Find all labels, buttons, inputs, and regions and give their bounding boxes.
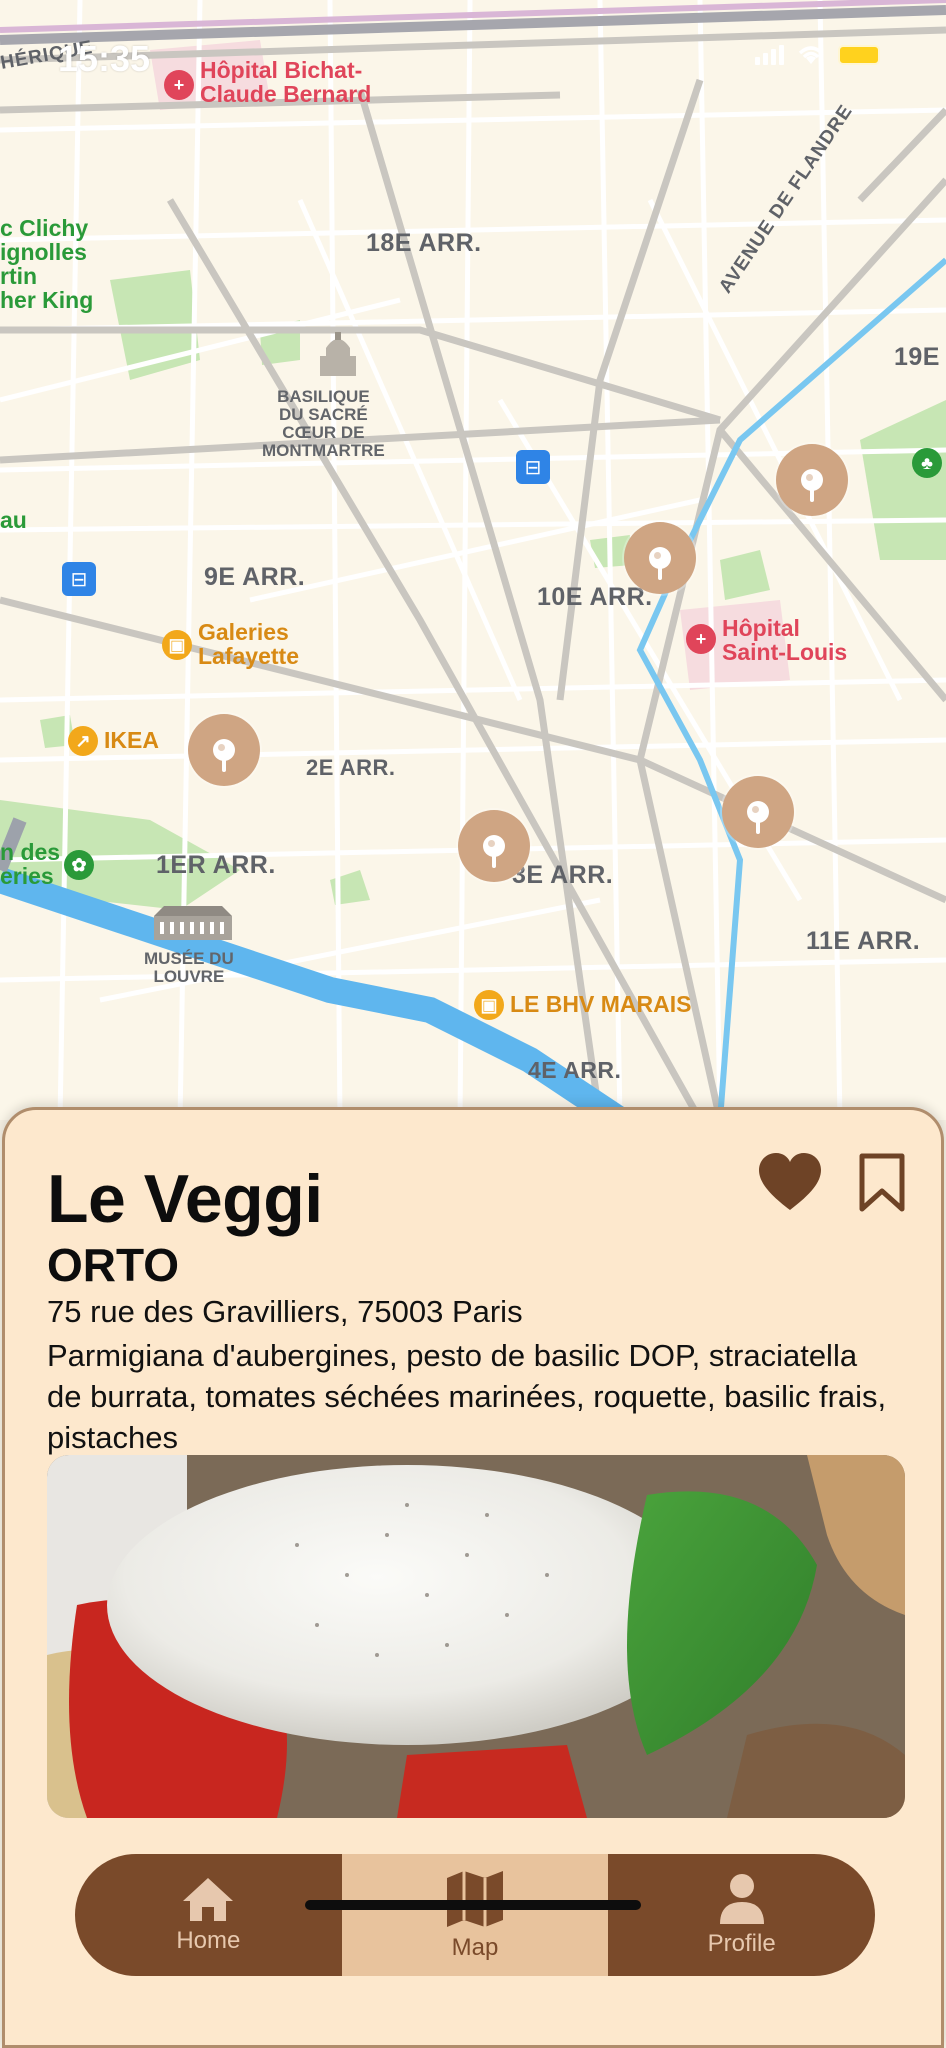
person-icon xyxy=(719,1874,764,1924)
church-landmark-icon xyxy=(316,330,360,376)
restaurant-pin[interactable] xyxy=(776,444,848,516)
home-indicator xyxy=(305,1900,641,1910)
park-icon: ♣ xyxy=(912,448,942,478)
poi-label-clichy: c Clichy ignolles rtin her King xyxy=(0,215,94,314)
bookmark-icon xyxy=(859,1153,905,1212)
poi-label-hopital-saint-louis[interactable]: Hôpital Saint-Louis xyxy=(722,616,847,664)
landmark-label-sacre-coeur[interactable]: BASILIQUE DU SACRÉ CŒUR DE MONTMARTRE xyxy=(262,388,385,459)
restaurant-pin[interactable] xyxy=(188,714,260,786)
district-label: 1ER ARR. xyxy=(156,851,276,879)
poi-label-bau: au xyxy=(0,507,27,533)
district-label: 10E ARR. xyxy=(537,583,653,611)
tab-label: Home xyxy=(176,1927,241,1954)
district-label: 3E ARR. xyxy=(512,861,614,889)
dish-category-title: Le Veggi xyxy=(47,1161,323,1237)
status-icons xyxy=(755,44,880,66)
restaurant-pin[interactable] xyxy=(458,810,530,882)
restaurant-name: ORTO xyxy=(47,1239,180,1291)
district-label: 19E xyxy=(894,343,940,371)
favorite-button[interactable] xyxy=(757,1152,823,1212)
district-label: 11E ARR. xyxy=(806,927,921,955)
metro-station-icon[interactable]: ⊟ xyxy=(62,562,96,596)
map-icon xyxy=(447,1871,503,1927)
shopping-bag-icon: ▣ xyxy=(162,630,192,660)
district-label: 9E ARR. xyxy=(204,563,306,591)
museum-landmark-icon xyxy=(154,904,232,940)
hospital-icon: + xyxy=(686,624,716,654)
tab-profile[interactable]: Profile xyxy=(608,1854,875,1976)
shopping-icon: ↗ xyxy=(68,726,98,756)
battery-icon xyxy=(838,45,880,65)
dish-description: Parmigiana d'aubergines, pesto de basili… xyxy=(47,1338,887,1455)
poi-label-jardin: n des eries xyxy=(0,839,61,890)
house-icon xyxy=(183,1878,234,1921)
status-bar: 15:35 xyxy=(0,0,946,110)
district-label: 4E ARR. xyxy=(528,1057,622,1083)
tab-label: Profile xyxy=(707,1930,776,1957)
tab-map[interactable]: Map xyxy=(341,1854,609,1976)
cellular-signal-icon xyxy=(755,45,784,65)
status-time: 15:35 xyxy=(58,38,151,79)
shopping-bag-icon: ▣ xyxy=(474,990,504,1020)
tab-home[interactable]: Home xyxy=(75,1854,342,1976)
metro-station-icon[interactable]: ⊟ xyxy=(516,450,550,484)
poi-label-bhv[interactable]: LE BHV MARAIS xyxy=(510,992,691,1016)
bookmark-button[interactable] xyxy=(857,1152,907,1214)
park-icon: ✿ xyxy=(64,850,94,880)
map-view[interactable]: 18E ARR. 9E ARR. 10E ARR. 19E 2E ARR. 1E… xyxy=(0,0,946,1120)
heart-icon xyxy=(759,1153,821,1210)
district-label: 2E ARR. xyxy=(306,755,396,780)
restaurant-address: 75 rue des Gravilliers, 75003 Paris xyxy=(47,1294,523,1329)
district-label: 18E ARR. xyxy=(366,229,482,257)
poi-label-ikea[interactable]: IKEA xyxy=(104,728,159,752)
dish-photo xyxy=(47,1455,905,1818)
poi-label-galeries[interactable]: Galeries Lafayette xyxy=(198,620,299,668)
restaurant-pin[interactable] xyxy=(722,776,794,848)
landmark-label-louvre[interactable]: MUSÉE DU LOUVRE xyxy=(144,950,234,986)
wifi-icon xyxy=(798,46,824,64)
tab-label: Map xyxy=(451,1934,499,1961)
restaurant-pin[interactable] xyxy=(624,522,696,594)
tab-bar: Home Map Profile xyxy=(75,1854,875,1976)
